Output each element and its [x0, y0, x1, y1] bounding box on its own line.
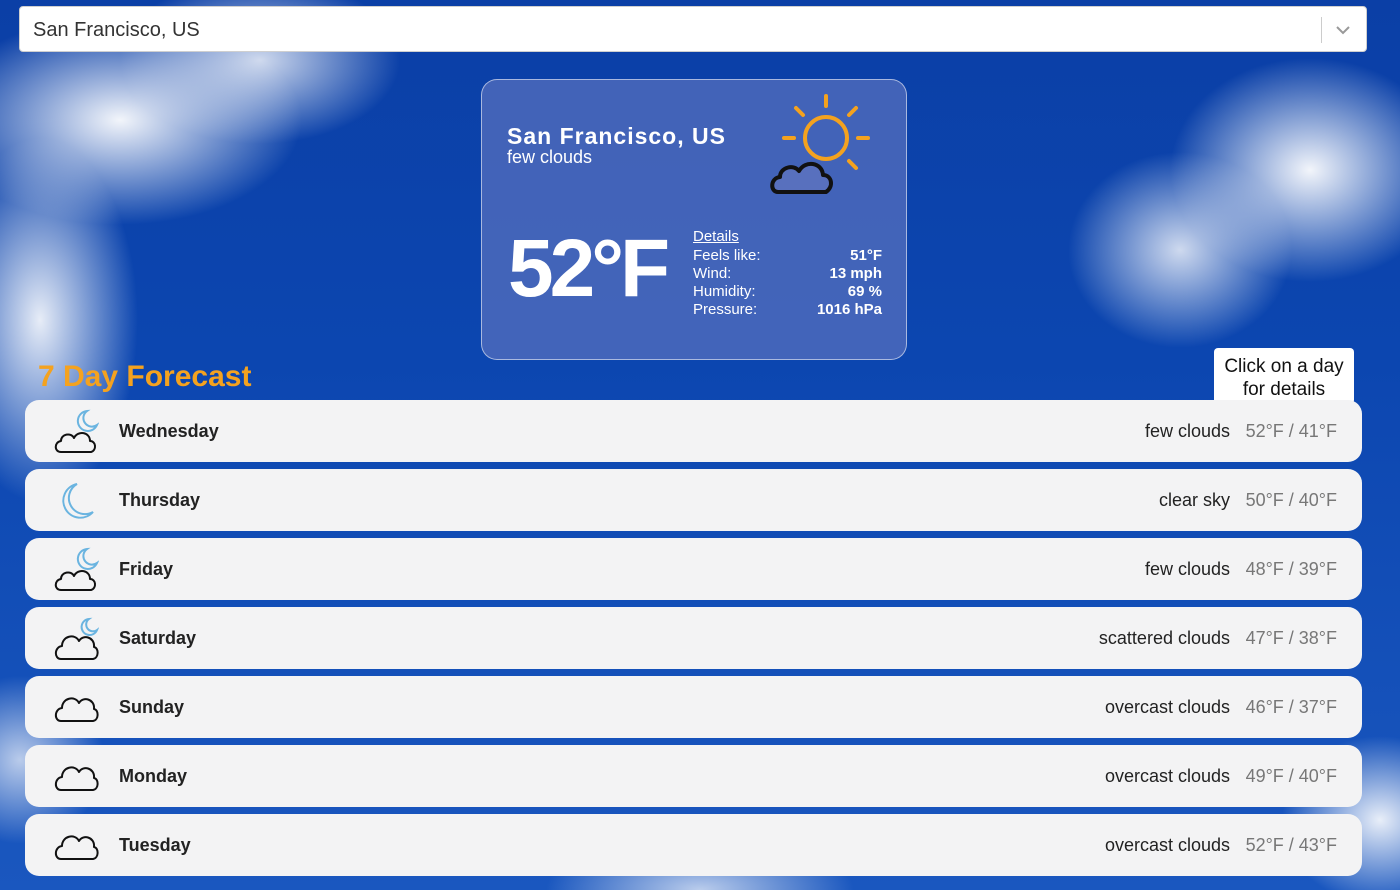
forecast-title: 7 Day Forecast: [38, 360, 252, 393]
day-condition: few clouds: [1144, 421, 1230, 441]
current-description: few clouds: [507, 147, 593, 167]
day-condition: overcast clouds: [1104, 766, 1230, 786]
day-temp-range: 52°F / 43°F: [1245, 835, 1337, 855]
select-separator: [1321, 17, 1322, 43]
moon-icon: [62, 483, 94, 519]
details-heading[interactable]: Details: [693, 228, 739, 245]
day-name: Wednesday: [119, 421, 219, 441]
day-condition: overcast clouds: [1104, 835, 1230, 855]
detail-label: Feels like:: [693, 247, 761, 264]
current-temperature: 52°F: [508, 223, 670, 314]
current-city: San Francisco, US: [507, 123, 726, 149]
day-temp-range: 49°F / 40°F: [1245, 766, 1337, 786]
day-name: Tuesday: [119, 835, 191, 855]
day-condition: overcast clouds: [1104, 697, 1230, 717]
day-condition: few clouds: [1144, 559, 1230, 579]
forecast-day-row[interactable]: Monday overcast clouds 49°F / 40°F: [25, 745, 1362, 807]
detail-label: Humidity:: [693, 283, 756, 300]
day-name: Thursday: [119, 490, 201, 510]
detail-value: 69 %: [847, 283, 882, 300]
day-condition: clear sky: [1158, 490, 1230, 510]
day-condition: scattered clouds: [1098, 628, 1230, 648]
day-name: Saturday: [119, 628, 197, 648]
forecast-day-row[interactable]: Wednesday few clouds 52°F / 41°F: [25, 400, 1362, 462]
cloud-icon: [54, 766, 99, 791]
detail-label: Pressure:: [693, 301, 758, 318]
forecast-list: Wednesday few clouds 52°F / 41°F Thursda…: [25, 400, 1362, 883]
detail-value: 13 mph: [829, 265, 882, 282]
day-temp-range: 47°F / 38°F: [1245, 628, 1337, 648]
day-name: Monday: [119, 766, 188, 786]
forecast-day-row[interactable]: Sunday overcast clouds 46°F / 37°F: [25, 676, 1362, 738]
detail-value: 51°F: [850, 247, 882, 264]
forecast-day-row[interactable]: Friday few clouds 48°F / 39°F: [25, 538, 1362, 600]
cloud-icon: [54, 697, 99, 722]
forecast-day-row[interactable]: Thursday clear sky 50°F / 40°F: [25, 469, 1362, 531]
moon-cloud-icon: [54, 409, 99, 453]
detail-label: Wind:: [693, 265, 732, 282]
detail-feels-like: Feels like: 51°F: [693, 247, 882, 265]
day-temp-range: 50°F / 40°F: [1245, 490, 1337, 510]
details-panel: Details Feels like: 51°F Wind: 13 mph Hu…: [693, 228, 882, 319]
day-name: Sunday: [119, 697, 185, 717]
forecast-hint: Click on a day for details: [1214, 348, 1354, 404]
location-select-value: San Francisco, US: [33, 19, 200, 41]
cloud-icon: [54, 835, 99, 860]
detail-pressure: Pressure: 1016 hPa: [693, 301, 882, 319]
location-select[interactable]: San Francisco, US: [19, 6, 1367, 52]
chevron-down-icon[interactable]: [1330, 17, 1356, 43]
moon-cloud-icon: [54, 617, 99, 660]
sun-cloud-icon: [770, 94, 870, 194]
day-temp-range: 52°F / 41°F: [1245, 421, 1337, 441]
day-temp-range: 46°F / 37°F: [1245, 697, 1337, 717]
detail-wind: Wind: 13 mph: [693, 265, 882, 283]
forecast-day-row[interactable]: Tuesday overcast clouds 52°F / 43°F: [25, 814, 1362, 876]
day-name: Friday: [119, 559, 174, 579]
day-temp-range: 48°F / 39°F: [1245, 559, 1337, 579]
detail-value: 1016 hPa: [816, 301, 882, 318]
forecast-day-row[interactable]: Saturday scattered clouds 47°F / 38°F: [25, 607, 1362, 669]
current-weather-card: San Francisco, US few clouds 52°F Detail…: [481, 79, 907, 360]
detail-humidity: Humidity: 69 %: [693, 283, 882, 301]
moon-cloud-icon: [54, 547, 99, 591]
